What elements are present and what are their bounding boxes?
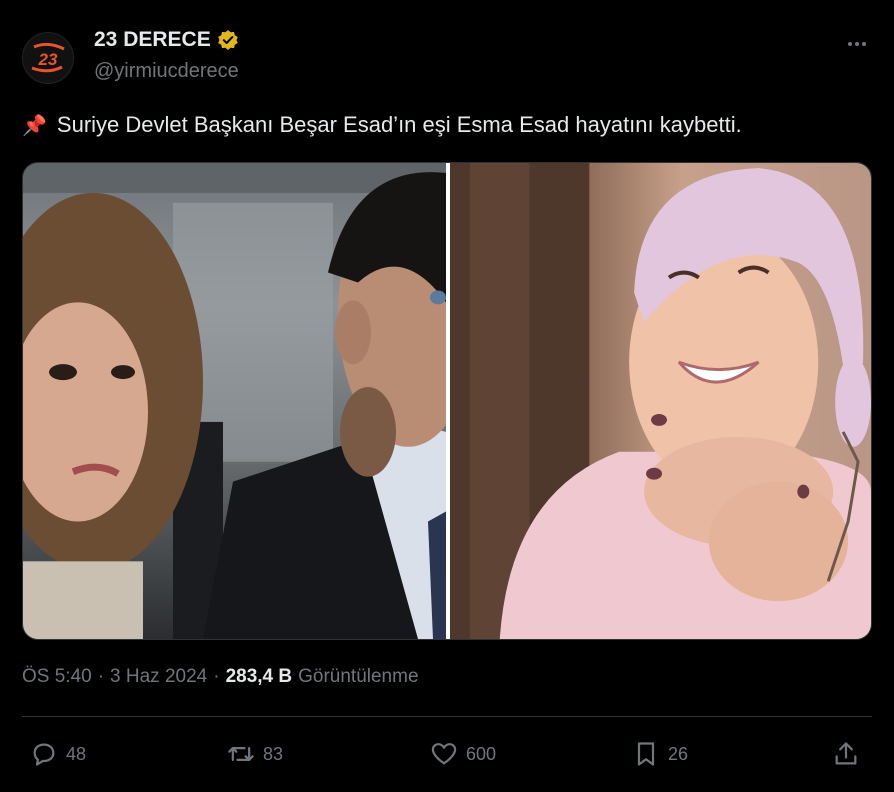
tweet-time[interactable]: ÖS 5:40 [22, 666, 92, 688]
like-button[interactable]: 600 [430, 732, 496, 776]
like-count: 600 [466, 743, 497, 764]
verified-badge-icon [217, 30, 238, 50]
views-count[interactable]: 283,4 B [226, 666, 293, 688]
photo-woman-headscarf-image [450, 163, 871, 639]
account-name[interactable]: 23 DERECE [94, 28, 211, 52]
more-options-icon[interactable] [842, 34, 872, 54]
meta-separator: · [97, 666, 105, 687]
tweet-text: 📌 Suriye Devlet Başkanı Beşar Esad’ın eş… [22, 112, 742, 138]
repost-icon [228, 747, 254, 761]
repost-button[interactable]: 83 [227, 732, 283, 776]
share-icon [835, 742, 857, 765]
heart-icon [431, 743, 457, 765]
account-avatar[interactable]: 23 [22, 32, 74, 84]
tweet-meta: ÖS 5:40 · 3 Haz 2024 · 283,4 B Görüntüle… [22, 666, 419, 688]
bookmark-icon [637, 742, 655, 766]
bookmark-button[interactable]: 26 [632, 732, 688, 776]
account-name-row: 23 DERECE [94, 28, 239, 52]
photo-left[interactable] [23, 163, 446, 639]
pushpin-icon: 📌 [22, 114, 47, 137]
logo-23-icon: 23 [31, 43, 65, 73]
tweet-media[interactable] [22, 162, 872, 640]
views-label: Görüntülenme [298, 666, 419, 687]
reply-button[interactable]: 48 [30, 732, 86, 776]
tweet-body: Suriye Devlet Başkanı Beşar Esad’ın eşi … [56, 112, 742, 137]
tweet-date[interactable]: 3 Haz 2024 [110, 666, 207, 688]
bookmark-count: 26 [668, 743, 689, 764]
reply-count: 48 [66, 743, 87, 764]
photo-right[interactable] [450, 163, 871, 639]
actions-divider [22, 716, 872, 717]
share-button[interactable] [832, 732, 860, 776]
tweet-header: 23 23 DERECE @yirmiucderece [22, 26, 872, 90]
repost-count: 83 [263, 743, 284, 764]
svg-text:23: 23 [38, 50, 58, 69]
meta-separator: · [213, 666, 220, 687]
reply-icon [33, 743, 55, 766]
photo-couple-image [23, 163, 446, 639]
account-handle[interactable]: @yirmiucderece [94, 60, 239, 83]
tweet-actions: 48 83 600 26 [22, 732, 872, 776]
